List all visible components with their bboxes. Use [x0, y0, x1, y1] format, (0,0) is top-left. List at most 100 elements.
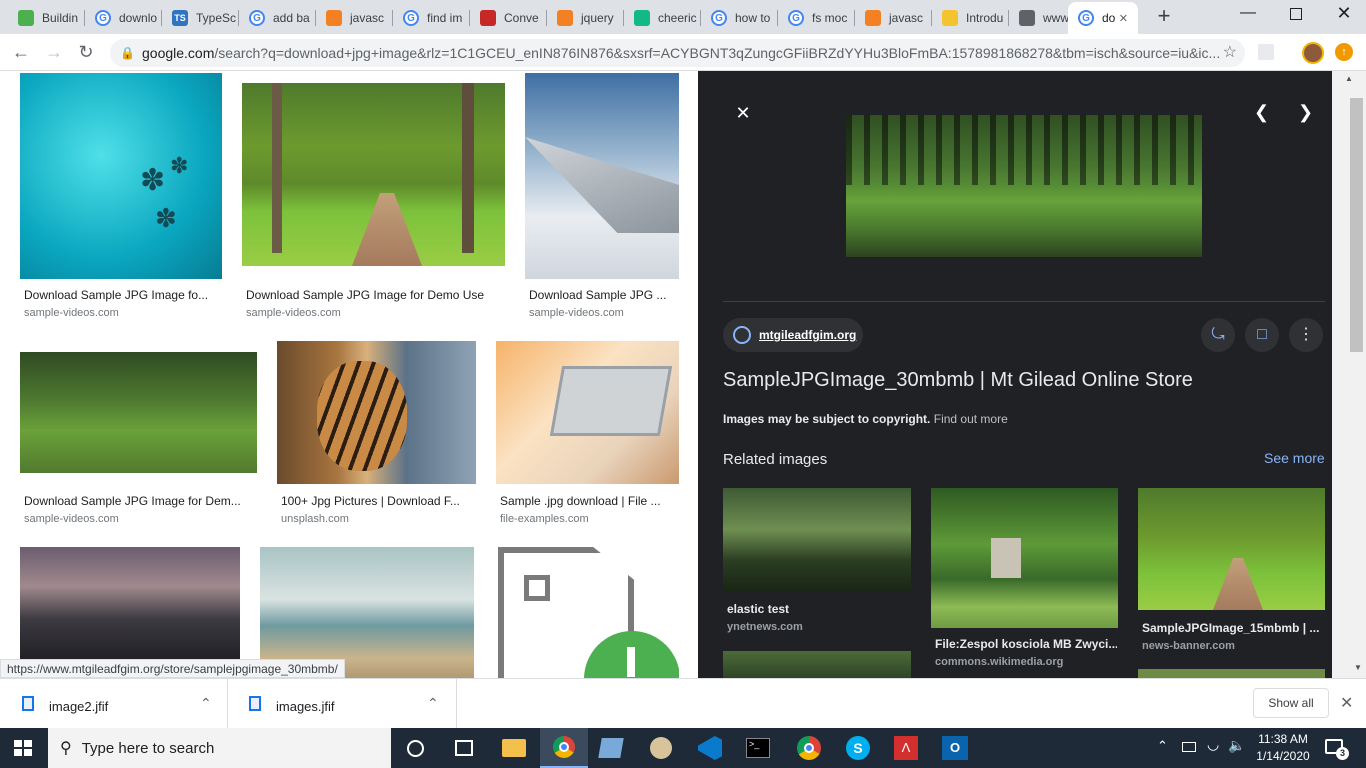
related-thumbnail[interactable] — [723, 488, 911, 592]
related-thumbnail[interactable] — [1138, 488, 1325, 610]
tab-6[interactable]: Conve — [470, 2, 547, 34]
share-icon[interactable]: ⤿ — [1201, 318, 1235, 352]
outlook-icon[interactable]: O — [942, 736, 968, 760]
windows-taskbar: ⚲ Type here to search >_ S Λ O ⌃ ◡ 🔈 11:… — [0, 728, 1366, 768]
divider — [723, 301, 1325, 302]
paint-icon[interactable] — [650, 737, 672, 759]
preview-image[interactable] — [846, 115, 1202, 257]
task-view-icon[interactable] — [455, 740, 473, 756]
tab-0[interactable]: Buildin — [8, 2, 85, 34]
tab-9[interactable]: Ghow to — [701, 2, 778, 34]
scrollbar-thumb[interactable] — [1350, 98, 1363, 352]
address-bar[interactable]: 🔒 google.com/search?q=download+jpg+image… — [110, 39, 1245, 67]
tab-3[interactable]: Gadd ba — [239, 2, 316, 34]
result-caption[interactable]: Sample .jpg download | File ... — [500, 494, 672, 508]
preview-title[interactable]: SampleJPGImage_30mbmb | Mt Gilead Online… — [723, 369, 1193, 392]
profile-avatar[interactable] — [1302, 42, 1324, 64]
google-icon: G — [95, 10, 111, 26]
result-caption[interactable]: Download Sample JPG ... — [529, 288, 677, 302]
result-caption[interactable]: Download Sample JPG Image for Demo Use — [246, 288, 506, 302]
close-window-button[interactable]: ✕ — [1334, 3, 1354, 27]
clock-date[interactable]: 1/14/2020 — [1255, 749, 1311, 763]
clock-time[interactable]: 11:38 AM — [1255, 732, 1311, 746]
result-caption[interactable]: Download Sample JPG Image fo... — [24, 288, 220, 302]
reload-button[interactable]: ↻ — [74, 40, 98, 64]
tab-5[interactable]: Gfind im — [393, 2, 470, 34]
result-thumbnail-laptop[interactable] — [496, 341, 679, 484]
related-caption[interactable]: File:Zespol kosciola MB Zwyci... — [935, 637, 1117, 651]
related-thumbnail[interactable] — [723, 651, 911, 678]
tab-14[interactable]: Gdo ✕ — [1068, 2, 1138, 34]
close-icon[interactable]: ✕ — [733, 103, 753, 124]
back-button[interactable]: ← — [9, 40, 33, 64]
bookmark-star-icon[interactable]: ☆ — [1218, 39, 1237, 67]
chrome-active-icon[interactable] — [540, 728, 588, 768]
chevron-up-icon[interactable]: ⌃ — [200, 695, 212, 712]
chevron-up-icon[interactable]: ⌃ — [427, 695, 439, 712]
windows-start-icon[interactable] — [14, 740, 32, 756]
battery-icon[interactable] — [1182, 742, 1196, 752]
tab-2[interactable]: TS TypeSc — [162, 2, 239, 34]
scroll-down-arrow[interactable]: ▼ — [1354, 663, 1362, 672]
show-all-button[interactable]: Show all — [1253, 688, 1329, 718]
result-caption[interactable]: Download Sample JPG Image for Dem... — [24, 494, 256, 508]
wifi-icon[interactable]: ◡ — [1207, 736, 1219, 753]
scroll-up-arrow[interactable]: ▲ — [1345, 74, 1353, 83]
see-more-link[interactable]: See more — [1264, 450, 1325, 466]
result-thumbnail-file-icon[interactable] — [494, 547, 679, 678]
bookmark-icon[interactable]: □ — [1245, 318, 1279, 352]
result-thumbnail-airplane-wing[interactable] — [525, 73, 679, 279]
volume-icon[interactable]: 🔈 — [1228, 737, 1245, 754]
result-thumbnail-park-path[interactable] — [242, 83, 505, 266]
more-options-icon[interactable]: ⋮ — [1289, 318, 1323, 352]
result-caption[interactable]: 100+ Jpg Pictures | Download F... — [281, 494, 473, 508]
related-source: ynetnews.com — [727, 621, 803, 633]
chrome-icon[interactable] — [797, 736, 821, 760]
download-item[interactable]: image2.jfif ⌃ — [10, 679, 228, 729]
download-item[interactable]: images.jfif ⌃ — [237, 679, 457, 729]
result-thumbnail-tiger[interactable] — [277, 341, 476, 484]
tab-10[interactable]: Gfs moc — [778, 2, 855, 34]
tab-label: jquery — [581, 11, 614, 25]
new-tab-button[interactable]: + — [1152, 4, 1176, 28]
cortana-icon[interactable] — [407, 740, 424, 757]
extension-icon[interactable] — [1258, 44, 1274, 60]
previous-icon[interactable]: ❮ — [1254, 102, 1269, 123]
terminal-icon[interactable]: >_ — [746, 738, 770, 758]
acrobat-icon[interactable]: Λ — [894, 736, 918, 760]
related-caption[interactable]: elastic test — [727, 602, 789, 616]
google-icon: G — [249, 10, 265, 26]
result-thumbnail-butterflies[interactable]: ✽ ✽ ✽ — [20, 73, 222, 279]
tab-7[interactable]: jquery — [547, 2, 624, 34]
taskbar-search-box[interactable]: ⚲ Type here to search — [48, 728, 391, 768]
vscode-icon[interactable] — [698, 736, 722, 760]
related-caption[interactable]: SampleJPGImage_15mbmb | ... — [1142, 621, 1319, 635]
update-icon[interactable]: ↑ — [1335, 43, 1353, 61]
chevron-up-icon[interactable]: ⌃ — [1157, 738, 1168, 754]
maximize-button[interactable] — [1290, 8, 1302, 20]
image-preview-panel: ✕ ❮ ❯ mtgileadfgim.org ⤿ □ ⋮ SampleJPGIm… — [698, 71, 1332, 678]
stack-icon — [18, 10, 34, 26]
minimize-button[interactable]: — — [1238, 4, 1258, 28]
tab-11[interactable]: javasc — [855, 2, 932, 34]
next-icon[interactable]: ❯ — [1298, 102, 1313, 123]
page-scrollbar[interactable]: ▲ ▼ — [1332, 71, 1366, 678]
related-thumbnail[interactable] — [931, 488, 1118, 628]
site-chip[interactable]: mtgileadfgim.org — [723, 318, 863, 352]
tab-12[interactable]: Introdu — [932, 2, 1009, 34]
related-thumbnail[interactable] — [1138, 669, 1325, 678]
close-downloads-icon[interactable]: ✕ — [1340, 693, 1353, 713]
close-tab-icon[interactable]: ✕ — [1119, 12, 1128, 25]
find-out-more-link[interactable]: Find out more — [934, 412, 1008, 426]
related-source: news-banner.com — [1142, 640, 1235, 652]
tab-4[interactable]: javasc — [316, 2, 393, 34]
tab-1[interactable]: Gdownlo — [85, 2, 162, 34]
copyright-notice: Images may be subject to copyright. Find… — [723, 412, 1008, 426]
app-icon[interactable] — [598, 738, 624, 758]
tab-8[interactable]: cheeric — [624, 2, 701, 34]
status-url: https://www.mtgileadfgim.org/store/sampl… — [0, 659, 345, 678]
skype-icon[interactable]: S — [846, 736, 870, 760]
file-explorer-icon[interactable] — [502, 739, 526, 757]
result-thumbnail-forest-clearing[interactable] — [20, 352, 257, 473]
forward-button[interactable]: → — [42, 40, 66, 64]
